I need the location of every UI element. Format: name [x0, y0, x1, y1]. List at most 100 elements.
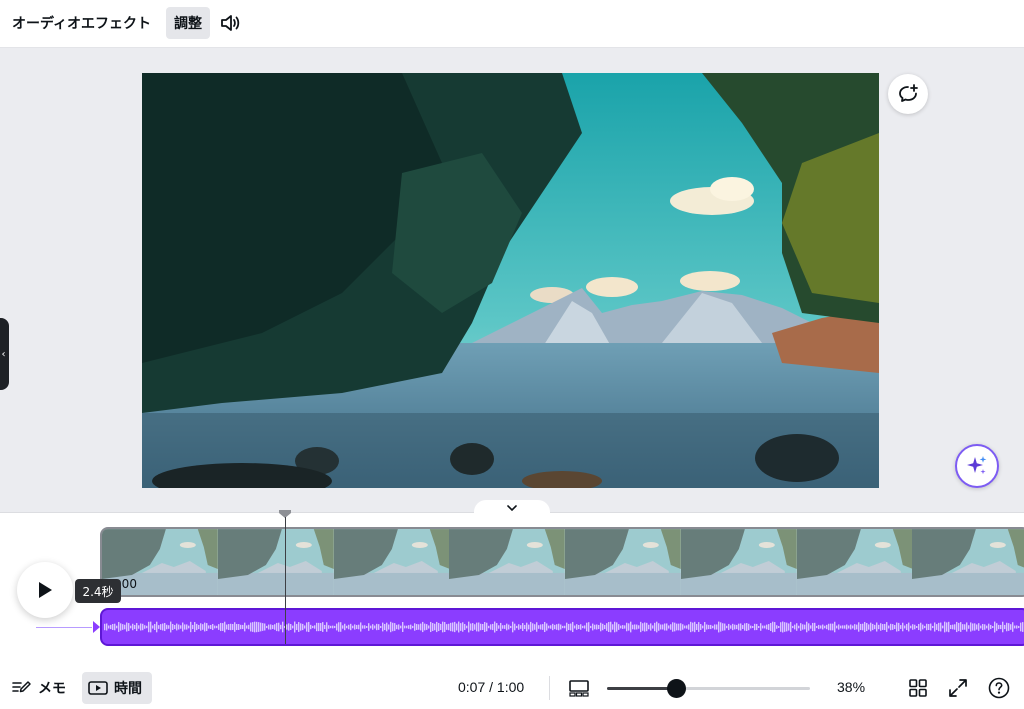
waveform-bar	[600, 622, 602, 632]
layout-icon[interactable]	[568, 677, 590, 699]
waveform-bar	[252, 622, 254, 632]
waveform-bar	[426, 624, 428, 630]
playhead[interactable]	[285, 517, 286, 644]
waveform-bar	[382, 622, 384, 632]
grid-view-button[interactable]	[906, 676, 930, 700]
memo-label: メモ	[38, 681, 66, 697]
waveform-bar	[334, 625, 336, 629]
waveform-bar	[996, 623, 998, 631]
collapse-timeline-button[interactable]	[474, 500, 550, 516]
waveform-bar	[324, 624, 326, 630]
waveform-bar	[186, 624, 188, 630]
waveform-bar	[598, 624, 600, 630]
video-thumbnails	[102, 529, 1024, 595]
waveform-bar	[472, 623, 474, 631]
waveform-bar	[514, 623, 516, 631]
waveform-bar	[978, 623, 980, 631]
waveform-bar	[814, 622, 816, 632]
waveform-bar	[912, 624, 914, 630]
waveform-bar	[714, 624, 716, 630]
waveform-bar	[228, 624, 230, 630]
waveform-bar	[738, 623, 740, 631]
waveform-bar	[362, 625, 364, 629]
waveform-bar	[204, 622, 206, 632]
video-track[interactable]	[100, 527, 1024, 597]
waveform-bar	[342, 625, 344, 629]
waveform-bar	[220, 622, 222, 632]
waveform-bar	[496, 623, 498, 631]
waveform-bar	[414, 623, 416, 631]
waveform-bar	[596, 624, 598, 630]
waveform-bar	[106, 623, 108, 631]
help-button[interactable]	[987, 676, 1011, 700]
waveform-bar	[758, 625, 760, 629]
waveform-bar	[672, 622, 674, 632]
waveform-bar	[1022, 622, 1024, 632]
waveform-bar	[388, 624, 390, 630]
waveform-bar	[218, 624, 220, 630]
waveform-bar	[150, 621, 152, 633]
zoom-slider-fill	[607, 687, 677, 690]
memo-button[interactable]: メモ	[12, 672, 66, 704]
magic-assistant-button[interactable]	[955, 444, 999, 488]
waveform-bar	[842, 625, 844, 629]
play-button[interactable]	[17, 562, 73, 618]
waveform-bar	[166, 624, 168, 630]
waveform-bar	[966, 622, 968, 632]
zoom-slider-knob[interactable]	[667, 679, 687, 698]
waveform-bar	[344, 623, 346, 631]
waveform-bar	[882, 624, 884, 630]
video-canvas[interactable]	[142, 73, 879, 488]
waveform-bar	[948, 621, 950, 633]
audio-track[interactable]	[100, 608, 1024, 646]
time-label: 時間	[114, 681, 142, 697]
waveform-bar	[890, 623, 892, 631]
waveform-bar	[108, 625, 110, 629]
waveform-bar	[286, 624, 288, 630]
add-comment-button[interactable]	[888, 74, 928, 114]
waveform-bar	[212, 623, 214, 631]
waveform-bar	[432, 623, 434, 631]
zoom-slider[interactable]	[607, 679, 810, 698]
waveform-bar	[492, 623, 494, 631]
waveform-bar	[726, 625, 728, 629]
waveform-bar	[124, 624, 126, 630]
fullscreen-button[interactable]	[946, 676, 970, 700]
side-panel-toggle[interactable]: ‹	[0, 318, 9, 390]
waveform-bar	[194, 622, 196, 632]
waveform-bar	[246, 625, 248, 629]
waveform-bar	[818, 624, 820, 630]
timeline-toggle-button[interactable]: 時間	[82, 672, 152, 704]
video-thumbnail	[449, 529, 565, 595]
waveform-bar	[860, 623, 862, 631]
waveform-bar	[326, 622, 328, 632]
audio-effects-button[interactable]: オーディオエフェクト	[12, 7, 151, 39]
waveform-bar	[832, 623, 834, 631]
waveform-bar	[368, 623, 370, 631]
waveform-bar	[122, 624, 124, 630]
waveform-bar	[734, 624, 736, 630]
adjust-button[interactable]: 調整	[166, 7, 210, 39]
waveform-bar	[894, 624, 896, 630]
waveform-bar	[870, 622, 872, 632]
waveform-bar	[900, 625, 902, 629]
video-thumbnail	[333, 529, 450, 595]
volume-button[interactable]	[216, 7, 244, 39]
waveform-bar	[794, 624, 796, 630]
waveform-bar	[778, 625, 780, 629]
waveform-bar	[802, 624, 804, 630]
waveform-bar	[976, 624, 978, 630]
waveform-bar	[670, 624, 672, 630]
waveform-bar	[682, 624, 684, 630]
waveform-bar	[628, 623, 630, 631]
waveform-bar	[960, 622, 962, 632]
waveform-bar	[756, 623, 758, 631]
waveform-bar	[872, 623, 874, 631]
waveform-bar	[470, 623, 472, 631]
waveform-bar	[474, 624, 476, 630]
waveform-bar	[406, 625, 408, 629]
waveform-bar	[826, 624, 828, 630]
zoom-percent[interactable]: 38%	[837, 679, 865, 695]
video-thumbnail	[565, 529, 681, 595]
waveform-bar	[512, 621, 514, 633]
